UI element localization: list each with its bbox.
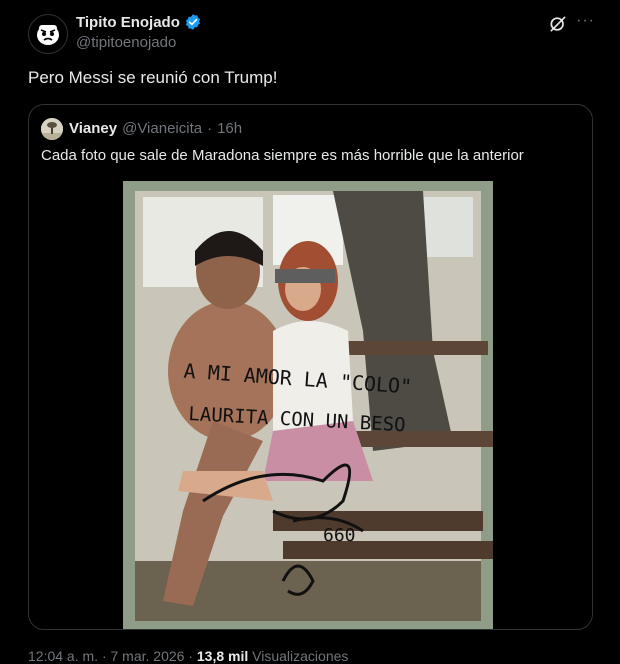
author-avatar[interactable] bbox=[28, 14, 68, 54]
svg-text:660: 660 bbox=[323, 525, 356, 546]
grok-icon[interactable] bbox=[548, 14, 568, 34]
verified-badge-icon bbox=[185, 14, 200, 30]
quoted-header: Vianey @Vianeicita · 16h bbox=[69, 120, 242, 137]
author-name[interactable]: Tipito Enojado bbox=[76, 14, 180, 31]
quoted-handle[interactable]: @Vianeicita bbox=[122, 120, 202, 137]
quoted-name[interactable]: Vianey bbox=[69, 120, 117, 137]
quoted-avatar[interactable] bbox=[41, 118, 63, 140]
more-icon[interactable]: ··· bbox=[576, 12, 595, 30]
quoted-text: Cada foto que sale de Maradona siempre e… bbox=[41, 147, 524, 164]
quoted-time[interactable]: 16h bbox=[217, 120, 242, 137]
author-handle[interactable]: @tipitoenojado bbox=[76, 34, 176, 51]
quoted-tweet[interactable]: Vianey @Vianeicita · 16h Cada foto que s… bbox=[28, 104, 593, 630]
photo-illustration: A MI AMOR LA "COLO" LAURITA CON UN BESO … bbox=[123, 181, 493, 629]
quoted-photo[interactable]: A MI AMOR LA "COLO" LAURITA CON UN BESO … bbox=[123, 181, 493, 629]
quoted-separator: · bbox=[207, 120, 213, 137]
tweet-text: Pero Messi se reunió con Trump! bbox=[28, 68, 278, 87]
angry-face-logo-icon bbox=[37, 25, 59, 45]
tree-landscape-icon bbox=[41, 118, 63, 140]
author-name-row: Tipito Enojado bbox=[76, 13, 202, 31]
